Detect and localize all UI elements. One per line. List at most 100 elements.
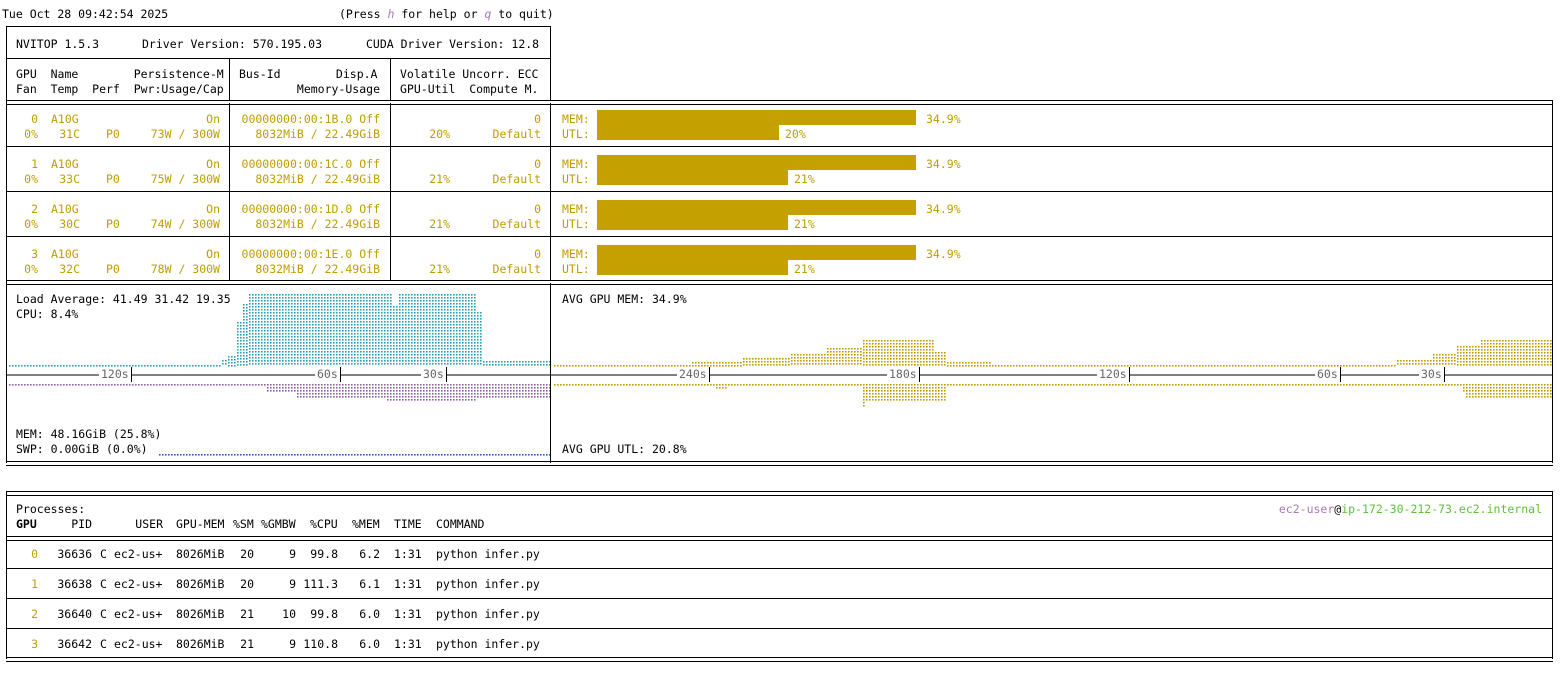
gpu-mem-history-column: [1001, 365, 1003, 367]
gpu-utl-history-column: [1010, 384, 1012, 386]
gpu-mem-history-column: [1004, 365, 1006, 367]
mem-history-column: [333, 384, 335, 398]
proc-type: C: [100, 577, 107, 591]
gpu-utl-history-column: [917, 384, 919, 401]
col-cpu[interactable]: %CPU: [310, 517, 338, 532]
gpu-perf: P0: [106, 217, 120, 231]
col-gmbw[interactable]: %GMBW: [261, 517, 296, 532]
mem-history-column: [339, 384, 341, 398]
mem-history-column: [534, 384, 536, 398]
mem-history-column: [315, 384, 317, 398]
gpu-utl-history-column: [1451, 384, 1453, 386]
col-gpu[interactable]: GPU: [16, 517, 37, 531]
gpu-utl-history-column: [740, 384, 742, 386]
gpu-utl-history-column: [1028, 384, 1030, 386]
proc-pid: 36642: [57, 637, 92, 651]
mem-history-column: [18, 384, 20, 386]
gpu-utl-history-column: [1175, 384, 1177, 386]
cpu-history-column: [405, 294, 407, 365]
gpu-utl-history-column: [1220, 384, 1222, 386]
col-header-gpu-2: Fan Temp Perf Pwr:Usage/Cap: [16, 82, 224, 96]
gpu-mem-history-column: [755, 358, 757, 366]
gpu-utl-history-column: [1292, 384, 1294, 386]
cpu-history-column: [132, 365, 134, 367]
gpu-mem-history-column: [1037, 365, 1039, 367]
cpu-history-column: [399, 294, 401, 365]
gpu-mem-history-column: [1364, 365, 1366, 367]
gpu-mem-history-column: [650, 365, 652, 367]
gpu-mem-history-column: [1277, 365, 1279, 367]
gpu-utl-history-column: [1439, 384, 1441, 386]
gpu-mem-history-column: [1400, 360, 1402, 365]
gpu-utl-history-column: [1130, 384, 1132, 386]
col-sm[interactable]: %SM: [233, 517, 254, 532]
cpu-history-column: [324, 294, 326, 365]
col-user[interactable]: USER: [110, 517, 163, 532]
gpu-utl-history-column: [725, 384, 727, 389]
gpu-mem-history-column: [947, 362, 949, 367]
gpu-utl-history-column: [776, 384, 778, 386]
gpu-mem-history-column: [1178, 365, 1180, 367]
mem-history-column: [111, 384, 113, 386]
mem-history-column: [42, 384, 44, 386]
mem-history-column: [171, 384, 173, 386]
mem-history-column: [225, 384, 227, 386]
gpu-utl-history-column: [1214, 384, 1216, 386]
gpu-mem-history-column: [869, 340, 871, 366]
gpu-temp: 31C: [59, 127, 80, 141]
gpu-utl-history-column: [782, 384, 784, 386]
mem-history-column: [390, 384, 392, 401]
cpu-history-column: [51, 365, 53, 367]
gpu-utl-history-column: [1520, 384, 1522, 398]
cpu-history-column: [306, 294, 308, 365]
gpu-mem-history-column: [1469, 346, 1471, 366]
mem-history-column: [72, 384, 74, 386]
col-time[interactable]: TIME: [394, 517, 422, 532]
gpu-utl-history-column: [1349, 384, 1351, 386]
mem-history-column: [492, 384, 494, 398]
gpu-mem-history-column: [605, 365, 607, 367]
gpu-mem-history-column: [884, 340, 886, 366]
mem-history-column: [36, 384, 38, 386]
gpu-utl-history-column: [1397, 384, 1399, 386]
cpu-history-column: [249, 294, 251, 365]
gpu-persistence: On: [206, 202, 220, 216]
gpu-utl-percent: 21%: [794, 172, 815, 186]
gpu-utl-history-column: [1514, 384, 1516, 398]
gpu-mem-history-column: [1436, 354, 1438, 365]
gpu-mem-history-column: [743, 358, 745, 366]
gpu-utl-history-column: [749, 384, 751, 386]
gpu-mem-history-column: [1145, 365, 1147, 367]
cpu-history-column: [549, 361, 550, 366]
col-command[interactable]: COMMAND: [436, 517, 484, 532]
mem-history-column: [228, 384, 230, 386]
gpu-utl-history-column: [1466, 384, 1468, 398]
gpu-mem-history-column: [1064, 365, 1066, 367]
gpu-mem-history-column: [1133, 365, 1135, 367]
mem-history-column: [432, 384, 434, 401]
col-gpu-mem[interactable]: GPU-MEM: [176, 517, 224, 532]
gpu-mem-history-column: [914, 340, 916, 366]
gpu-mem-history-column: [860, 348, 862, 365]
gpu-mem-history-column: [1007, 365, 1009, 367]
gpu-utl-history-column: [1079, 384, 1081, 386]
gpu-utl-history-column: [791, 384, 793, 386]
gpu-utl-history-column: [764, 384, 766, 386]
tick-mark: [340, 367, 341, 382]
mem-history-column: [81, 384, 83, 386]
col-mem[interactable]: %MEM: [352, 517, 380, 532]
tick-mark: [709, 367, 710, 382]
gpu-mem-history-column: [1250, 365, 1252, 367]
gpu-mem-history-column: [1508, 340, 1510, 366]
mem-history-column: [327, 384, 329, 398]
proc-cpu: 99.8: [310, 607, 338, 621]
gpu-mem-history-column: [902, 340, 904, 366]
gpu-index: 1: [31, 157, 38, 171]
cpu-history-column: [144, 365, 146, 367]
gpu-utl-history-column: [1109, 384, 1111, 386]
proc-sm: 20: [240, 547, 254, 561]
mem-history-column: [15, 384, 17, 386]
mem-history-column: [318, 384, 320, 398]
gpu-fan: 0%: [24, 127, 38, 141]
col-pid[interactable]: PID: [40, 517, 92, 532]
